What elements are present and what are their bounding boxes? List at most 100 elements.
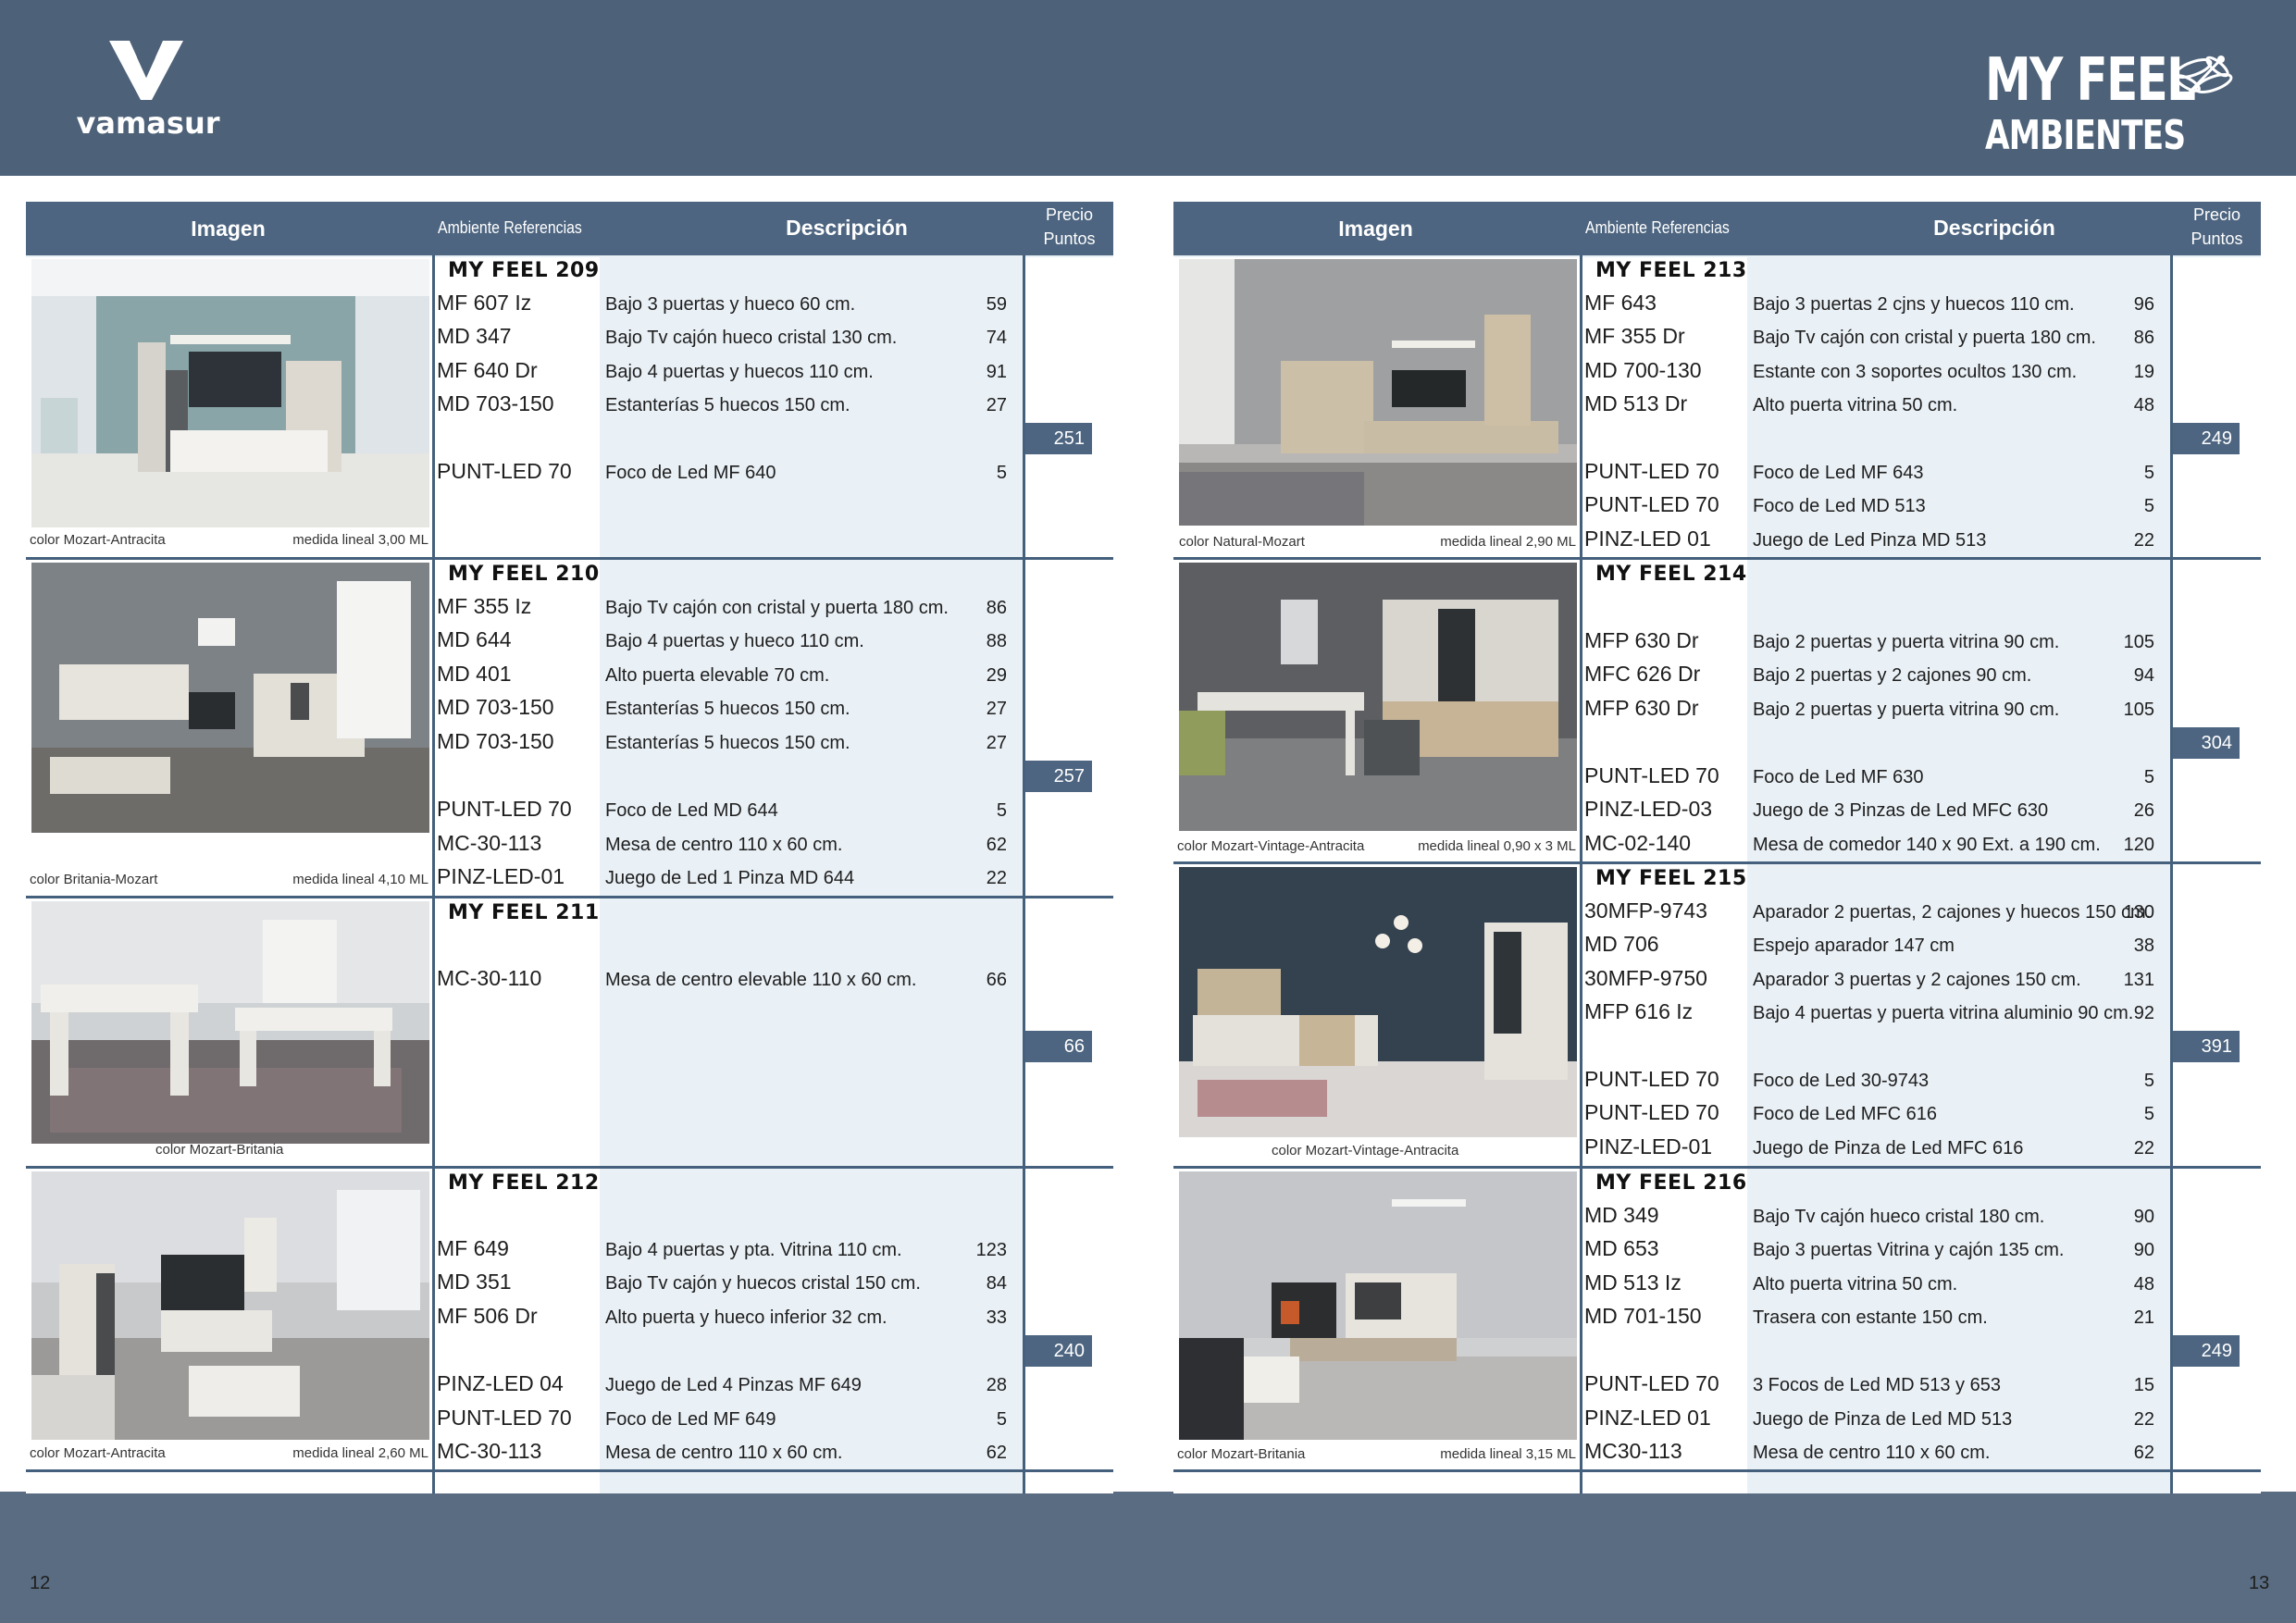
room-photo-my-feel-210 (31, 563, 429, 833)
group-title: MY FEEL 213 (1595, 259, 1747, 282)
room-photo-my-feel-211 (31, 901, 429, 1144)
price: 5 (996, 800, 1007, 821)
reference: PUNT-LED 70 (1584, 1100, 1719, 1124)
reference: MD 513 Iz (1584, 1270, 1682, 1295)
description: Bajo Tv cajón y huecos cristal 150 cm. (605, 1273, 921, 1294)
description: Bajo Tv cajón hueco cristal 180 cm. (1753, 1207, 2045, 1227)
price: 131 (2123, 970, 2154, 990)
reference: PUNT-LED 70 (1584, 492, 1719, 516)
reference: MD 703-150 (437, 695, 554, 719)
brand-right-line1: MY FEEL (1985, 46, 2196, 115)
price: 5 (2143, 1071, 2154, 1091)
reference: MD 701-150 (1584, 1304, 1702, 1328)
room-photo-my-feel-216 (1179, 1171, 1577, 1440)
reference: MF 355 Dr (1584, 324, 1685, 348)
description: Bajo 3 puertas y hueco 60 cm. (605, 294, 856, 315)
description: Estanterías 5 huecos 150 cm. (605, 699, 850, 719)
row-divider (1173, 1166, 2261, 1169)
price: 27 (986, 395, 1007, 415)
description: Mesa de centro 110 x 60 cm. (1753, 1443, 1991, 1463)
vamasur-v-icon (109, 41, 183, 100)
price: 5 (996, 463, 1007, 483)
table-header: Imagen Ambiente Referencias Descripción … (1173, 202, 2261, 255)
price: 62 (2133, 1443, 2154, 1463)
vamasur-logo: vamasur (74, 41, 222, 142)
description: Bajo 4 puertas y hueco 110 cm. (605, 631, 864, 651)
price: 74 (986, 328, 1007, 348)
left-price-table: Imagen Ambiente Referencias Descripción … (26, 202, 1113, 1493)
medida-caption: medida lineal 3,15 ML (1440, 1446, 1576, 1462)
header-ambiente-referencias: Ambiente Referencias (438, 218, 582, 237)
total-points: 66 (1025, 1031, 1092, 1062)
price: 33 (986, 1307, 1007, 1328)
description: 3 Focos de Led MD 513 y 653 (1753, 1375, 2001, 1395)
reference: MF 607 Iz (437, 291, 532, 315)
description: Mesa de comedor 140 x 90 Ext. a 190 cm. (1753, 835, 2101, 855)
header-precio: Precio (2192, 205, 2241, 224)
row-divider (1173, 861, 2261, 864)
header-imagen: Imagen (1338, 217, 1413, 241)
description: Bajo 4 puertas y puerta vitrina aluminio… (1753, 1003, 2134, 1023)
total-points: 240 (1025, 1335, 1092, 1367)
description: Estante con 3 soportes ocultos 130 cm. (1753, 362, 2078, 382)
description: Espejo aparador 147 cm (1753, 935, 1955, 956)
group-title: MY FEEL 216 (1595, 1171, 1747, 1195)
description: Bajo Tv cajón hueco cristal 130 cm. (605, 328, 898, 348)
description: Foco de Led MD 644 (605, 800, 778, 821)
group-title: MY FEEL 212 (448, 1171, 600, 1195)
description: Bajo 3 puertas 2 cjns y huecos 110 cm. (1753, 294, 2075, 315)
description: Juego de Led 4 Pinzas MF 649 (605, 1375, 862, 1395)
brand-left: vamasur (76, 105, 220, 141)
reference: MD 351 (437, 1270, 512, 1294)
description: Juego de Led 1 Pinza MD 644 (605, 868, 855, 888)
group-title: MY FEEL 214 (1595, 563, 1747, 586)
description: Bajo 4 puertas y pta. Vitrina 110 cm. (605, 1240, 902, 1260)
reference: MD 653 (1584, 1236, 1659, 1260)
color-caption: color Mozart-Britania (1177, 1446, 1306, 1462)
price: 15 (2133, 1375, 2154, 1395)
reference: MD 644 (437, 627, 512, 651)
page-number-left: 12 (30, 1573, 51, 1593)
price: 28 (986, 1375, 1007, 1395)
description: Juego de 3 Pinzas de Led MFC 630 (1753, 800, 2049, 821)
room-photo-my-feel-213 (1179, 259, 1577, 526)
header-imagen: Imagen (191, 217, 266, 241)
color-caption: color Mozart-Vintage-Antracita (1177, 838, 1365, 854)
row-divider (26, 896, 1113, 898)
price: 123 (975, 1240, 1007, 1260)
total-points: 249 (2173, 423, 2240, 454)
description: Alto puerta vitrina 50 cm. (1753, 395, 1958, 415)
price: 27 (986, 733, 1007, 753)
color-caption: color Natural-Mozart (1179, 534, 1305, 550)
description: Juego de Led Pinza MD 513 (1753, 530, 1987, 551)
price: 88 (986, 631, 1007, 651)
header-puntos: Puntos (1043, 229, 1096, 248)
description: Estanterías 5 huecos 150 cm. (605, 395, 850, 415)
description: Mesa de centro 110 x 60 cm. (605, 835, 843, 855)
description: Estanterías 5 huecos 150 cm. (605, 733, 850, 753)
header-descripcion: Descripción (1933, 216, 2055, 240)
reference: PINZ-LED 01 (1584, 1406, 1711, 1430)
description: Bajo 2 puertas y puerta vitrina 90 cm. (1753, 700, 2060, 720)
total-points: 391 (2173, 1031, 2240, 1062)
reference: PUNT-LED 70 (437, 1406, 572, 1430)
price: 27 (986, 699, 1007, 719)
price: 90 (2133, 1207, 2154, 1227)
reference: PUNT-LED 70 (1584, 763, 1719, 787)
reference: MD 703-150 (437, 729, 554, 753)
reference: PUNT-LED 70 (1584, 1371, 1719, 1395)
price: 105 (2123, 700, 2154, 720)
reference: MC30-113 (1584, 1439, 1682, 1463)
price: 86 (2133, 328, 2154, 348)
description: Foco de Led MF 649 (605, 1409, 776, 1430)
reference: MF 506 Dr (437, 1304, 538, 1328)
price: 26 (2133, 800, 2154, 821)
reference: 30MFP-9743 (1584, 898, 1707, 923)
reference: 30MFP-9750 (1584, 966, 1707, 990)
room-photo-my-feel-209 (31, 259, 429, 527)
reference: PUNT-LED 70 (1584, 459, 1719, 483)
price: 22 (2133, 530, 2154, 551)
price: 91 (986, 362, 1007, 382)
price: 94 (2133, 665, 2154, 686)
table-header: Imagen Ambiente Referencias Descripción … (26, 202, 1113, 255)
